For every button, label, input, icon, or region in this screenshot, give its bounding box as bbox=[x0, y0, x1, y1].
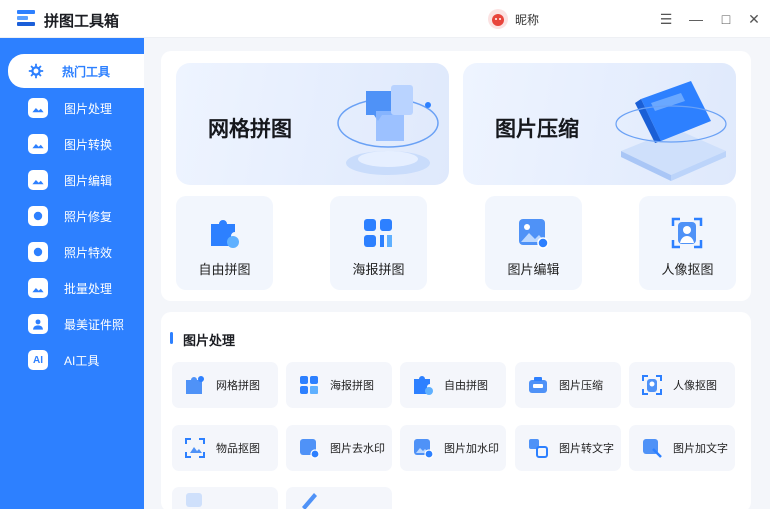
tool-remove-watermark[interactable]: 图片去水印 bbox=[286, 425, 392, 471]
user-nickname[interactable]: 昵称 bbox=[515, 11, 539, 28]
compress-icon bbox=[529, 377, 547, 393]
tool-partial-icon bbox=[302, 493, 317, 509]
grid-collage-icon bbox=[186, 376, 204, 394]
sidebar-item-label: 照片特效 bbox=[64, 245, 113, 260]
compress-illustration bbox=[615, 81, 727, 181]
maximize-button[interactable]: □ bbox=[714, 7, 738, 31]
avatar[interactable] bbox=[488, 9, 508, 29]
tool-label: 图片去水印 bbox=[330, 443, 385, 455]
image-edit-label: 图片编辑 bbox=[507, 262, 560, 277]
sidebar-item-label: AI工具 bbox=[64, 353, 100, 368]
maximize-icon: □ bbox=[721, 11, 731, 27]
portrait-icon bbox=[671, 217, 703, 249]
sidebar-item-label: 图片转换 bbox=[64, 137, 113, 152]
tool-poster-collage[interactable]: 海报拼图 bbox=[286, 362, 392, 408]
grid-collage-label: 网格拼图 bbox=[208, 118, 292, 141]
tool-add-text[interactable]: 图片加文字 bbox=[629, 425, 735, 471]
portrait-cutout-label: 人像抠图 bbox=[661, 262, 714, 277]
menu-button[interactable]: ☰ bbox=[654, 7, 678, 31]
sidebar-item-label: 热门工具 bbox=[62, 64, 111, 79]
free-collage-card[interactable]: 自由拼图 bbox=[176, 196, 273, 290]
title-bar: 拼图工具箱 昵称 ☰ — □ ✕ bbox=[0, 0, 770, 38]
image-edit-icon bbox=[28, 170, 48, 190]
avatar-icon bbox=[492, 14, 504, 26]
poster-collage-label: 海报拼图 bbox=[352, 262, 405, 277]
object-cutout-icon bbox=[185, 438, 205, 458]
free-collage-label: 自由拼图 bbox=[198, 262, 251, 277]
remove-watermark-icon bbox=[300, 439, 320, 459]
sidebar-item-batch[interactable]: 批量处理 bbox=[10, 273, 140, 303]
portrait-icon bbox=[642, 375, 662, 395]
poster-icon bbox=[364, 219, 392, 247]
poster-collage-card[interactable]: 海报拼图 bbox=[330, 196, 427, 290]
tool-label: 物品抠图 bbox=[216, 443, 260, 455]
tool-compress[interactable]: 图片压缩 bbox=[515, 362, 621, 408]
photo-effect-icon bbox=[28, 242, 48, 262]
hot-tools-icon bbox=[26, 61, 46, 81]
add-text-icon bbox=[643, 439, 662, 458]
tool-label: 图片加文字 bbox=[673, 443, 728, 455]
sidebar-item-label: 图片处理 bbox=[64, 101, 113, 116]
tool-partial-icon bbox=[186, 493, 202, 507]
sidebar: 热门工具 图片处理 图片转换 图片编辑 照片修复 照片特效 批量处理 最美证件照… bbox=[0, 38, 144, 509]
section-marker bbox=[170, 332, 173, 344]
sidebar-item-label: 最美证件照 bbox=[64, 317, 125, 332]
sidebar-item-ai[interactable]: AI AI工具 bbox=[10, 345, 140, 375]
tool-label: 人像抠图 bbox=[673, 380, 717, 392]
compress-label: 图片压缩 bbox=[495, 118, 579, 141]
image-edit-card[interactable]: 图片编辑 bbox=[485, 196, 582, 290]
image-to-text-icon bbox=[529, 439, 548, 458]
image-edit-icon bbox=[519, 219, 549, 249]
sidebar-item-id-photo[interactable]: 最美证件照 bbox=[10, 309, 140, 339]
add-watermark-icon bbox=[414, 439, 434, 459]
sidebar-item-hot-tools[interactable]: 热门工具 bbox=[8, 54, 144, 88]
minimize-icon: — bbox=[689, 11, 703, 27]
app-logo-icon bbox=[17, 10, 35, 26]
puzzle-icon bbox=[414, 376, 433, 395]
tool-portrait-cutout[interactable]: 人像抠图 bbox=[629, 362, 735, 408]
image-process-icon bbox=[28, 98, 48, 118]
tool-label: 图片加水印 bbox=[444, 443, 499, 455]
sidebar-item-photo-effect[interactable]: 照片特效 bbox=[10, 237, 140, 267]
puzzle-icon bbox=[211, 220, 239, 248]
sidebar-item-label: 照片修复 bbox=[64, 209, 113, 224]
close-button[interactable]: ✕ bbox=[742, 7, 766, 31]
tool-label: 海报拼图 bbox=[330, 380, 374, 392]
batch-icon bbox=[28, 278, 48, 298]
photo-repair-icon bbox=[28, 206, 48, 226]
tool-label: 图片压缩 bbox=[559, 380, 603, 392]
tool-label: 图片转文字 bbox=[559, 443, 614, 455]
grid-collage-card[interactable]: 网格拼图 bbox=[176, 63, 449, 185]
sidebar-item-photo-repair[interactable]: 照片修复 bbox=[10, 201, 140, 231]
menu-icon: ☰ bbox=[659, 10, 673, 27]
tool-grid-collage[interactable]: 网格拼图 bbox=[172, 362, 278, 408]
close-icon: ✕ bbox=[748, 10, 760, 27]
tool-partial-2[interactable] bbox=[286, 487, 392, 509]
tool-label: 网格拼图 bbox=[216, 380, 260, 392]
poster-icon bbox=[300, 376, 318, 394]
tool-free-collage[interactable]: 自由拼图 bbox=[400, 362, 506, 408]
sidebar-item-image-edit[interactable]: 图片编辑 bbox=[10, 165, 140, 195]
compress-card[interactable]: 图片压缩 bbox=[463, 63, 736, 185]
ai-icon: AI bbox=[28, 350, 48, 370]
grid-collage-illustration bbox=[337, 85, 439, 175]
tool-image-to-text[interactable]: 图片转文字 bbox=[515, 425, 621, 471]
tool-label: 自由拼图 bbox=[444, 380, 488, 392]
sidebar-item-image-convert[interactable]: 图片转换 bbox=[10, 129, 140, 159]
sidebar-item-image-process[interactable]: 图片处理 bbox=[10, 93, 140, 123]
tool-object-cutout[interactable]: 物品抠图 bbox=[172, 425, 278, 471]
tool-add-watermark[interactable]: 图片加水印 bbox=[400, 425, 506, 471]
portrait-cutout-card[interactable]: 人像抠图 bbox=[639, 196, 736, 290]
section-title: 图片处理 bbox=[183, 333, 236, 348]
sidebar-item-label: 图片编辑 bbox=[64, 173, 113, 188]
sidebar-item-label: 批量处理 bbox=[64, 281, 113, 296]
tool-partial-1[interactable] bbox=[172, 487, 278, 509]
image-convert-icon bbox=[28, 134, 48, 154]
id-photo-icon bbox=[28, 314, 48, 334]
image-processing-panel bbox=[161, 312, 751, 509]
app-title: 拼图工具箱 bbox=[44, 13, 120, 30]
minimize-button[interactable]: — bbox=[684, 7, 708, 31]
